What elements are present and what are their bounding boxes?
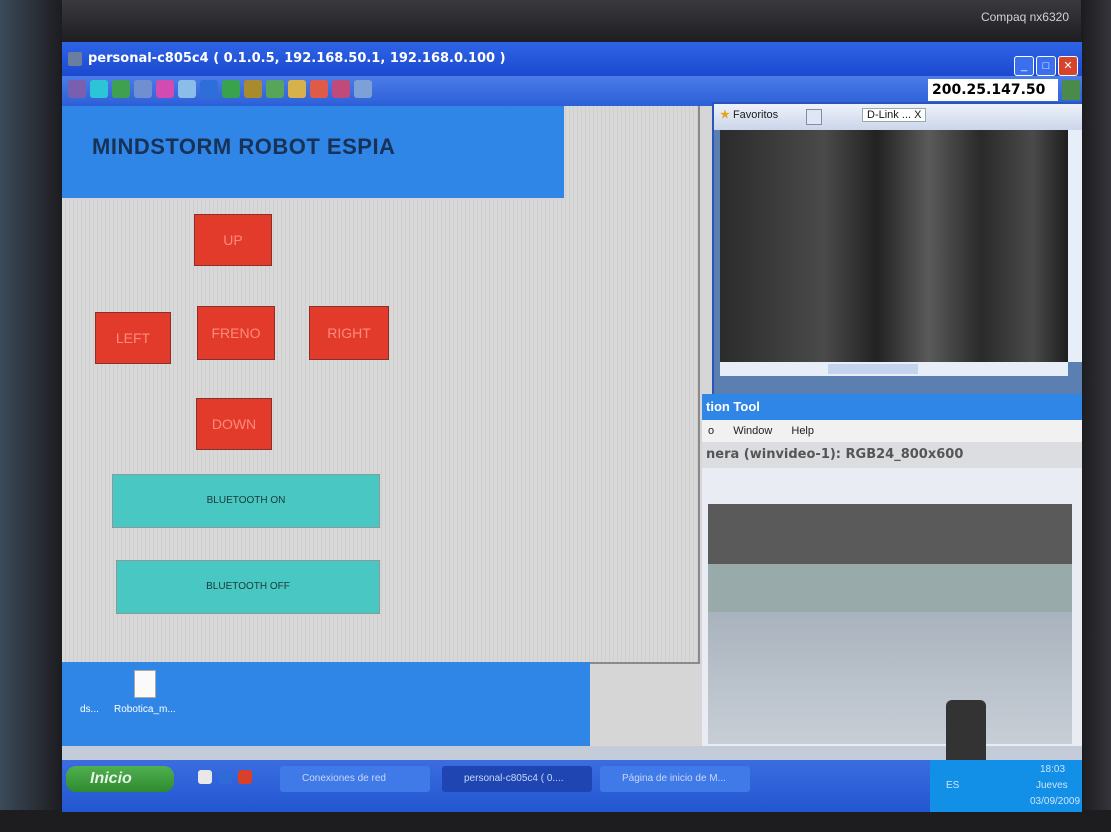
connection-status-icon [1062, 80, 1080, 100]
favorites-button[interactable]: ★ Favoritos [720, 108, 778, 121]
laptop-bezel-top [0, 0, 1111, 42]
toolbar-icon-10[interactable] [266, 80, 284, 98]
menu-item-window[interactable]: Window [733, 425, 772, 437]
right-button[interactable]: RIGHT [309, 306, 389, 360]
laptop-brand-label: Compaq nx6320 [980, 10, 1069, 24]
toolbar-icon-11[interactable] [288, 80, 306, 98]
tab-grid-icon[interactable] [806, 109, 822, 125]
toolbar-icon-14[interactable] [354, 80, 372, 98]
menu-item-partial[interactable]: o [708, 425, 714, 437]
toolbar-icon-5[interactable] [156, 80, 174, 98]
start-button[interactable]: Inicio [66, 766, 174, 792]
toolbar-icon-6[interactable] [178, 80, 196, 98]
document-file-icon[interactable] [134, 670, 156, 698]
toolbar-icon-1[interactable] [68, 80, 86, 98]
browser-window: ★ Favoritos D-Link ... X [712, 102, 1082, 400]
tab-close-icon[interactable]: X [914, 109, 921, 121]
toolbar-icon-3[interactable] [112, 80, 130, 98]
capture-menubar: o Window Help [702, 420, 1082, 442]
favorites-label: Favoritos [732, 109, 779, 121]
remote-window-titlebar[interactable]: personal-c805c4 ( 0.1.0.5, 192.168.50.1,… [62, 42, 1082, 76]
close-icon[interactable]: ✕ [1058, 56, 1078, 76]
toolbar-icon-9[interactable] [244, 80, 262, 98]
screen: personal-c805c4 ( 0.1.0.5, 192.168.50.1,… [62, 42, 1082, 812]
taskbar-item-remote[interactable]: personal-c805c4 ( 0.... [442, 766, 592, 792]
down-button[interactable]: DOWN [196, 398, 272, 450]
up-button[interactable]: UP [194, 214, 272, 266]
toolbar-icon-12[interactable] [310, 80, 328, 98]
robot-control-applet: MINDSTORM ROBOT ESPIA UP LEFT FRENO RIGH… [62, 106, 700, 664]
capture-tool-window: tion Tool o Window Help nera (winvideo-1… [702, 394, 1082, 770]
freno-button[interactable]: FRENO [197, 306, 275, 360]
clock-date: 03/09/2009 [1030, 796, 1081, 807]
camera-info: nera (winvideo-1): RGB24_800x600 [702, 442, 1082, 468]
bluetooth-off-button[interactable]: BLUETOOTH OFF [116, 560, 380, 614]
language-indicator[interactable]: ES [946, 780, 959, 791]
quick-launch-icon-3[interactable] [238, 770, 252, 784]
window-title: personal-c805c4 ( 0.1.0.5, 192.168.50.1,… [88, 51, 506, 66]
horizontal-scrollbar[interactable] [720, 362, 1068, 376]
maximize-icon[interactable]: □ [1036, 56, 1056, 76]
quick-launch-icon-1[interactable] [198, 770, 212, 784]
tab-label: D-Link ... [867, 109, 912, 121]
minimize-icon[interactable]: _ [1014, 56, 1034, 76]
app-window-icon [68, 52, 82, 66]
webcam-view-robot [708, 504, 1072, 770]
capture-window-title[interactable]: tion Tool [702, 394, 1082, 420]
laptop-bezel-left [0, 0, 62, 832]
clock-time[interactable]: 18:03 [1040, 764, 1065, 775]
window-controls: _ □ ✕ [1014, 56, 1078, 76]
toolbar-icon-13[interactable] [332, 80, 350, 98]
system-tray: ES 18:03 Jueves 03/09/2009 [930, 760, 1082, 812]
clock-day: Jueves [1036, 780, 1068, 791]
desktop-scrollbar[interactable] [62, 746, 1082, 760]
toolbar-icons [68, 80, 372, 98]
toolbar-icon-2[interactable] [90, 80, 108, 98]
taskbar-item-network[interactable]: Conexiones de red [280, 766, 430, 792]
tab-dlink[interactable]: D-Link ... X [862, 108, 927, 122]
laptop-bezel-right [1081, 0, 1111, 832]
page-title: MINDSTORM ROBOT ESPIA [92, 134, 396, 159]
taskbar: Inicio Conexiones de red personal-c805c4… [62, 760, 1082, 812]
address-field[interactable]: 200.25.147.50 [928, 79, 1058, 101]
desktop-icon-label-partial: ds... [80, 704, 99, 715]
taskbar-item-browser[interactable]: Página de inicio de M... [600, 766, 750, 792]
left-button[interactable]: LEFT [95, 312, 171, 364]
laptop-bezel-bottom [0, 810, 1111, 832]
bluetooth-on-button[interactable]: BLUETOOTH ON [112, 474, 380, 528]
toolbar-icon-7[interactable] [200, 80, 218, 98]
toolbar-icon-4[interactable] [134, 80, 152, 98]
menu-item-help[interactable]: Help [791, 425, 814, 437]
desktop-file-label: Robotica_m... [114, 704, 176, 715]
toolbar-icon-8[interactable] [222, 80, 240, 98]
star-icon: ★ [720, 109, 730, 121]
quick-launch-icon-2[interactable] [218, 770, 232, 784]
vertical-scrollbar[interactable] [1068, 130, 1082, 362]
webcam-view-server-rack [720, 130, 1068, 362]
quick-launch [198, 770, 252, 784]
browser-tabbar: ★ Favoritos D-Link ... X [714, 104, 1082, 130]
scrollbar-thumb[interactable] [828, 364, 918, 374]
